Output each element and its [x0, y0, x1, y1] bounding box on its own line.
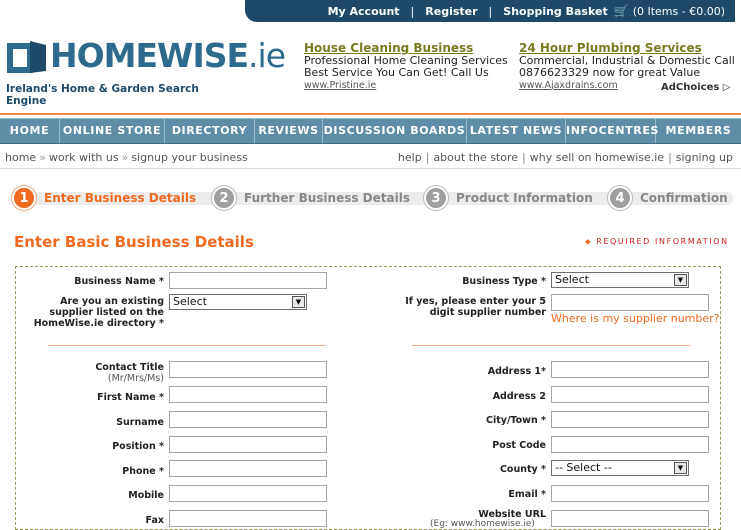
signup-progress: 1 Enter Business Details 2 Further Busin…: [8, 186, 733, 210]
logo-wordmark: HOMEWISE.ie: [50, 36, 286, 75]
basket-summary[interactable]: (0 Items - €0.00): [633, 5, 725, 18]
website-input[interactable]: [551, 510, 709, 527]
existing-supplier-label: Are you an existing supplier listed on t…: [33, 296, 164, 329]
step-label: Product Information: [456, 191, 593, 205]
first-name-input[interactable]: [169, 386, 327, 403]
county-label: County *: [499, 464, 546, 475]
nav-infocentres[interactable]: INFOCENTRES: [566, 119, 658, 143]
ad-text: 0876623329 now for great Value: [519, 66, 701, 79]
nav-members[interactable]: MEMBERS: [656, 119, 741, 143]
adchoices-link[interactable]: AdChoices ▷: [661, 82, 731, 93]
main-nav: HOME ONLINE STORE DIRECTORY REVIEWS DISC…: [0, 118, 741, 144]
step-3: 3 Product Information: [424, 186, 593, 210]
tagline: Ireland's Home & Garden Search Engine: [6, 83, 199, 107]
step-label: Enter Business Details: [44, 191, 197, 205]
section-divider: [412, 345, 690, 346]
breadcrumb-divider: [0, 168, 741, 169]
nav-directory[interactable]: DIRECTORY: [165, 119, 255, 143]
why-sell-link[interactable]: why sell on homewise.ie: [530, 151, 664, 164]
business-name-label: Business Name *: [74, 276, 164, 287]
existing-supplier-select[interactable]: Select ▼: [169, 294, 307, 310]
my-account-link[interactable]: My Account: [328, 5, 400, 18]
header-divider: [0, 113, 741, 115]
sponsored-ad-1[interactable]: House Cleaning Business Professional Hom…: [304, 42, 508, 92]
ad-text: Best Service You Can Get! Call Us: [304, 66, 489, 79]
business-type-select[interactable]: Select ▼: [551, 272, 689, 288]
ad-url[interactable]: www.Pristine.ie: [304, 80, 508, 93]
required-marker-icon: ⬥: [585, 237, 593, 246]
nav-home[interactable]: HOME: [0, 119, 60, 143]
chevron-down-icon: ▼: [292, 296, 305, 308]
address2-input[interactable]: [551, 386, 709, 403]
website-hint: (Eg: www.homewise.ie): [430, 519, 535, 529]
utility-links: help | about the store | why sell on homewis…: [397, 151, 733, 164]
help-link[interactable]: help: [398, 151, 422, 164]
separator: |: [410, 4, 415, 18]
breadcrumb-home[interactable]: home: [5, 151, 36, 164]
nav-reviews[interactable]: REVIEWS: [255, 119, 323, 143]
signing-up-link[interactable]: signing up: [676, 151, 733, 164]
supplier-number-input[interactable]: [551, 294, 709, 311]
business-type-label: Business Type *: [462, 276, 546, 287]
supplier-number-label: If yes, please enter your 5 digit suppli…: [405, 296, 546, 318]
step-number: 4: [608, 186, 632, 210]
chevron-down-icon: ▼: [674, 462, 687, 474]
breadcrumb-work-with-us[interactable]: work with us: [49, 151, 119, 164]
separator: |: [488, 4, 493, 18]
step-number: 2: [212, 186, 236, 210]
address1-input[interactable]: [551, 361, 709, 378]
nav-latest-news[interactable]: LATEST NEWS: [467, 119, 566, 143]
city-label: City/Town *: [486, 415, 546, 426]
breadcrumb: home» work with us» signup your business: [5, 151, 248, 164]
business-name-input[interactable]: [169, 272, 327, 289]
nav-online-store[interactable]: ONLINE STORE: [60, 119, 165, 143]
phone-label: Phone *: [122, 466, 164, 477]
phone-input[interactable]: [169, 460, 327, 477]
register-link[interactable]: Register: [425, 5, 477, 18]
fax-label: Fax: [145, 515, 164, 526]
address2-label: Address 2: [492, 391, 546, 402]
surname-input[interactable]: [169, 411, 327, 428]
first-name-label: First Name *: [97, 392, 164, 403]
ad-text: Professional Home Cleaning Services: [304, 53, 508, 67]
mobile-input[interactable]: [169, 485, 327, 502]
email-label: Email *: [508, 489, 546, 500]
step-label: Further Business Details: [244, 191, 410, 205]
supplier-number-help-link[interactable]: Where is my supplier number?: [551, 312, 720, 325]
email-input[interactable]: [551, 485, 709, 502]
mobile-label: Mobile: [128, 490, 164, 501]
fax-input[interactable]: [169, 510, 327, 527]
step-number: 3: [424, 186, 448, 210]
form-heading: Enter Basic Business Details: [14, 233, 254, 251]
chevron-right-icon: »: [39, 151, 46, 164]
surname-label: Surname: [116, 417, 164, 428]
contact-title-input[interactable]: [169, 361, 327, 378]
chevron-right-icon: »: [121, 151, 129, 164]
section-divider: [48, 345, 326, 346]
chevron-down-icon: ▼: [674, 274, 687, 286]
post-code-input[interactable]: [551, 436, 709, 453]
step-2: 2 Further Business Details: [212, 186, 410, 210]
position-label: Position *: [112, 441, 164, 452]
account-bar: My Account | Register | Shopping Basket …: [245, 0, 735, 22]
homewise-logo[interactable]: HOMEWISE.ie Ireland's Home & Garden Sear…: [6, 36, 286, 107]
position-input[interactable]: [169, 436, 327, 453]
breadcrumb-current: signup your business: [131, 151, 248, 164]
shopping-cart-icon[interactable]: 🛒: [614, 4, 629, 18]
county-select[interactable]: -- Select -- ▼: [551, 460, 689, 476]
shopping-basket-link[interactable]: Shopping Basket: [503, 5, 607, 18]
contact-title-label: Contact Title (Mr/Mrs/Ms): [95, 362, 164, 384]
step-4: 4 Confirmation: [608, 186, 728, 210]
logo-mark-icon: [7, 41, 46, 73]
post-code-label: Post Code: [492, 440, 546, 451]
step-label: Confirmation: [640, 191, 728, 205]
required-note: ⬥ REQUIRED INFORMATION: [585, 237, 729, 246]
city-input[interactable]: [551, 411, 709, 428]
step-1: 1 Enter Business Details: [12, 186, 196, 210]
nav-discussion-boards[interactable]: DISCUSSION BOARDS: [323, 119, 467, 143]
step-number: 1: [12, 186, 36, 210]
address1-label: Address 1*: [487, 366, 546, 377]
ad-text: Commercial, Industrial & Domestic Call: [519, 53, 735, 67]
about-store-link[interactable]: about the store: [433, 151, 518, 164]
